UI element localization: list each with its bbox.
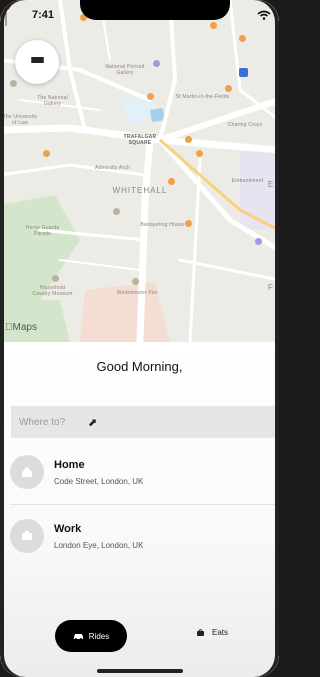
divider [10, 504, 279, 505]
tab-eats-label: Eats [212, 628, 229, 637]
map-label: St Martin-in-the-Fields [175, 94, 230, 100]
map-label: The University of Law [2, 114, 38, 126]
map-label: The National Gallery [37, 95, 68, 107]
place-title: Work [54, 523, 82, 535]
tab-eats[interactable]: Eats [196, 628, 228, 637]
poi-marker[interactable] [196, 150, 203, 157]
poi-marker[interactable] [147, 93, 154, 100]
maps-attribution[interactable]: Maps [5, 322, 37, 333]
tab-rides[interactable]: Rides [55, 620, 127, 652]
poi-marker[interactable] [255, 238, 262, 245]
poi-marker[interactable] [113, 208, 120, 215]
house-icon [10, 455, 44, 489]
map-label: F [268, 283, 274, 292]
poi-marker[interactable] [43, 150, 50, 157]
device-notch [80, 0, 230, 20]
poi-marker[interactable] [168, 178, 175, 185]
poi-marker[interactable] [239, 35, 246, 42]
status-bar: 7:41 [0, 0, 279, 30]
wifi-icon [257, 10, 271, 22]
map-label: Household Cavalry Museum [32, 285, 73, 297]
saved-place-work[interactable]: Work London Eye, London, UK [10, 519, 279, 563]
search-bar[interactable]: Where to? ⬈ [11, 406, 279, 438]
place-subtitle: Code Street, London, UK [54, 477, 144, 486]
poi-marker[interactable] [225, 85, 232, 92]
map-label: Westminster Pier [116, 290, 159, 296]
poi-marker[interactable] [132, 278, 139, 285]
map-label: Admiralty Arch [94, 165, 131, 171]
status-time: 7:41 [32, 9, 55, 21]
apple-icon:  [5, 322, 13, 333]
poi-marker[interactable] [52, 275, 59, 282]
map-label: Charing Cross [227, 122, 263, 128]
poi-marker[interactable] [185, 136, 192, 143]
search-placeholder[interactable]: Where to? [19, 417, 65, 428]
map-label: Horse Guards Parade [25, 225, 60, 237]
map-label: WHITEHALL [112, 186, 168, 195]
map-label: Embankment [231, 178, 264, 184]
map-label: Banqueting House [140, 222, 185, 228]
bag-icon [197, 629, 204, 636]
bottom-sheet: Good Morning, Where to? ⬈ Home Code Stre… [0, 342, 279, 677]
menu-button[interactable] [15, 40, 59, 84]
place-subtitle: London Eye, London, UK [54, 541, 144, 550]
mouse-cursor-icon: ⬈ [88, 417, 98, 429]
poi-marker[interactable] [153, 60, 160, 67]
map-label: TRAFALGAR SQUARE [123, 134, 157, 146]
transit-icon[interactable] [239, 68, 248, 77]
map-label: National Portrait Gallery [105, 64, 145, 76]
tab-bar: Rides Eats [0, 620, 279, 656]
greeting-text: Good Morning, [96, 359, 183, 374]
tab-rides-label: Rides [88, 631, 110, 641]
map-label: E [267, 180, 275, 189]
maps-label: Maps [5, 322, 37, 333]
home-indicator[interactable] [97, 669, 183, 673]
app-screen: National Portrait Gallery The National G… [0, 0, 279, 677]
hamburger-icon [30, 57, 44, 67]
saved-place-home[interactable]: Home Code Street, London, UK [10, 455, 279, 499]
poi-marker[interactable] [10, 80, 17, 87]
car-icon [73, 634, 83, 640]
poi-marker[interactable] [185, 220, 192, 227]
map-view[interactable]: National Portrait Gallery The National G… [0, 0, 279, 342]
place-title: Home [54, 459, 85, 471]
briefcase-icon [10, 519, 44, 553]
